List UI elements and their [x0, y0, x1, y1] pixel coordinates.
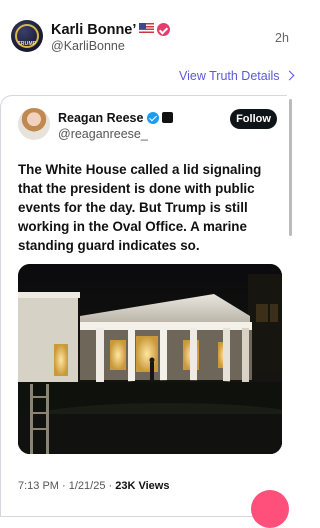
author-avatar[interactable]: TRUMP	[11, 20, 43, 52]
embed-author-name[interactable]: Reagan Reese	[58, 111, 143, 125]
embed-author-avatar[interactable]	[18, 108, 50, 140]
view-truth-details-label: View Truth Details	[179, 69, 280, 83]
view-truth-details-link[interactable]: View Truth Details	[179, 69, 294, 83]
white-house-night-photo	[18, 264, 282, 454]
scrollbar[interactable]	[289, 99, 292, 236]
compose-fab-button[interactable]	[251, 490, 289, 528]
us-flag-icon	[139, 23, 155, 33]
verified-badge-icon	[157, 23, 171, 36]
embed-post-meta: 7:13 PM · 1/21/25 · 23K Views	[18, 480, 169, 492]
embed-author-handle[interactable]: @reaganreese_	[58, 127, 148, 141]
affiliation-badge-icon	[162, 112, 174, 123]
author-display-name[interactable]: Karli Bonne’	[51, 22, 136, 38]
chevron-right-icon	[284, 70, 294, 81]
embed-views: 23K Views	[115, 480, 170, 492]
author-handle[interactable]: @KarliBonne	[51, 39, 125, 53]
embed-photo[interactable]	[18, 264, 282, 454]
author-name-row[interactable]: Karli Bonne’	[51, 22, 171, 38]
avatar-text: TRUMP	[17, 41, 37, 47]
embed-timestamp: 7:13 PM · 1/21/25 ·	[18, 480, 116, 492]
blue-verified-icon	[147, 112, 160, 124]
post-time: 2h	[275, 31, 289, 45]
follow-button[interactable]: Follow	[230, 109, 277, 129]
embed-author-name-row[interactable]: Reagan Reese	[58, 111, 174, 125]
embed-post-text: The White House called a lid signaling t…	[18, 162, 262, 253]
